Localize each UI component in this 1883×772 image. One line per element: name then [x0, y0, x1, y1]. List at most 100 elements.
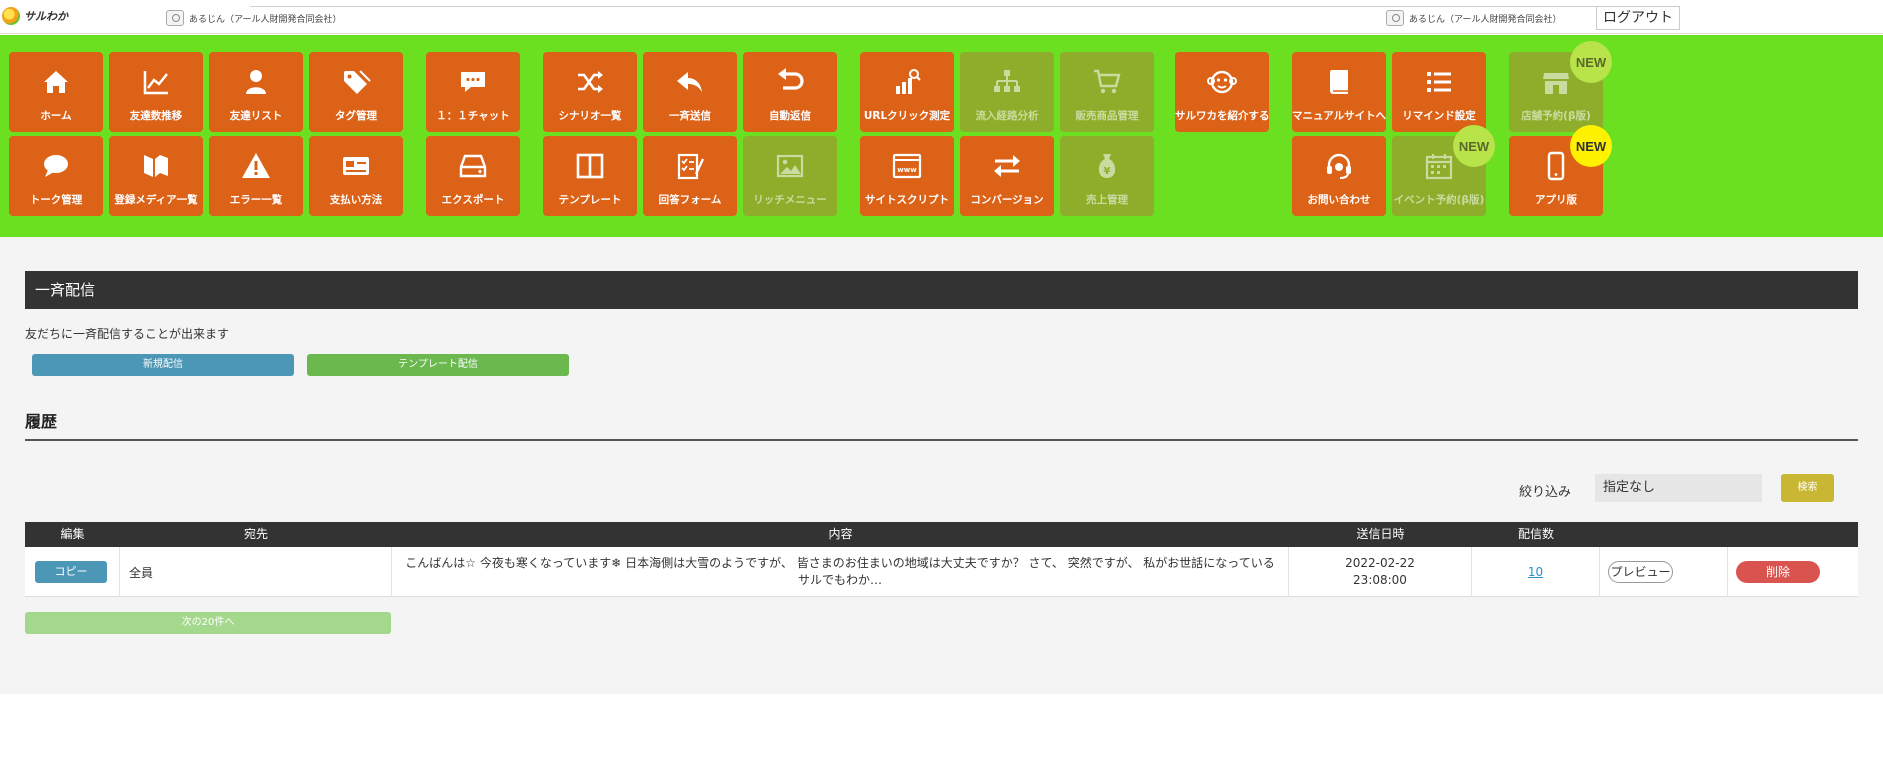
- top-bar: サルわか あるじん（アール人財開発合同会社） あるじん（アール人財開発合同会社）…: [0, 0, 1883, 34]
- nav-tile-label: サイトスクリプト: [865, 194, 949, 206]
- col-header-edit: 編集: [60, 527, 85, 541]
- nav-tile-manual[interactable]: マニュアルサイトへ: [1292, 52, 1386, 132]
- nav-tile-refer[interactable]: サルワカを紹介する: [1175, 52, 1270, 132]
- nav-tile-auto-reply[interactable]: 自動返信: [743, 52, 837, 132]
- nav-tile-errors[interactable]: エラー一覧: [209, 136, 303, 216]
- nav-tile-export[interactable]: エクスポート: [426, 136, 520, 216]
- history-table: 編集 宛先 内容 送信日時 配信数 コピー 全員 こんばんは☆ 今夜も寒くなって…: [25, 522, 1858, 597]
- calendar-icon: [1425, 154, 1453, 180]
- nav-tile-talk[interactable]: トーク管理: [9, 136, 103, 216]
- nav-tile-site-script[interactable]: www サイトスクリプト: [860, 136, 954, 216]
- nav-tile-label: お問い合わせ: [1307, 194, 1371, 206]
- nav-tile-conversion[interactable]: コンバージョン: [960, 136, 1054, 216]
- col-header-count: 配信数: [1517, 527, 1554, 541]
- nav-tile-broadcast[interactable]: 一斉送信: [643, 52, 737, 132]
- nav-tile-friend-trend[interactable]: 友達数推移: [109, 52, 203, 132]
- chart-line-icon: [143, 71, 168, 95]
- search-button[interactable]: 検索: [1781, 474, 1834, 502]
- col-header-content: 内容: [828, 527, 853, 541]
- account-right: あるじん（アール人財開発合同会社）: [1386, 10, 1561, 26]
- form-icon: [677, 153, 705, 180]
- preview-button[interactable]: プレビュー: [1608, 561, 1673, 583]
- template-broadcast-button[interactable]: テンプレート配信: [307, 354, 569, 376]
- bar-chart-search-icon: [896, 69, 921, 94]
- nav-tile-label: 友達数推移: [129, 110, 183, 122]
- nav-tile-label: URLクリック測定: [863, 110, 951, 122]
- main-content: 一斉配信 友だちに一斉配信することが出来ます 新規配信 テンプレート配信 履歴 …: [0, 237, 1883, 694]
- list-icon: [1427, 72, 1451, 92]
- next-page-button[interactable]: 次の20件へ: [25, 612, 391, 634]
- nav-tile-tags[interactable]: タグ管理: [309, 52, 403, 132]
- cell-content: こんばんは☆ 今夜も寒くなっています❄ 日本海側は大雪のようですが、 皆さまのお…: [392, 547, 1289, 597]
- comment-icon: [44, 155, 68, 177]
- nav-tile-source-analysis[interactable]: 流入経路分析: [960, 52, 1054, 132]
- undo-icon: [778, 68, 804, 90]
- nav-tile-label: 支払い方法: [329, 194, 383, 206]
- book-icon: [1330, 70, 1348, 94]
- nav-tile-label: サルワカを紹介する: [1175, 110, 1270, 122]
- nav-tile-home[interactable]: ホーム: [9, 52, 103, 132]
- new-broadcast-button[interactable]: 新規配信: [32, 354, 294, 376]
- nav-tile-rich-menu[interactable]: リッチメニュー: [743, 136, 837, 216]
- nav-tile-friend-list[interactable]: 友達リスト: [209, 52, 303, 132]
- home-icon: [44, 71, 68, 93]
- nav-tile-chat[interactable]: １：１チャット: [426, 52, 520, 132]
- account-icon: [166, 10, 184, 26]
- main-nav: ホーム 友達数推移 友達リスト タグ管理 １：１チャット シナリオ一覧 一斉送信…: [0, 35, 1883, 237]
- nav-tile-answer-form[interactable]: 回答フォーム: [643, 136, 737, 216]
- send-date: 2022-02-22: [1345, 556, 1415, 570]
- logo-text: サルわか: [24, 10, 68, 23]
- account-icon: [1386, 10, 1404, 26]
- nav-tile-label: 回答フォーム: [658, 194, 722, 206]
- svg-text:www: www: [897, 166, 917, 174]
- nav-tile-scenarios[interactable]: シナリオ一覧: [543, 52, 637, 132]
- drive-icon: [459, 154, 487, 178]
- delivery-count-link[interactable]: 10: [1528, 565, 1543, 579]
- nav-tile-label: エクスポート: [441, 194, 505, 206]
- nav-tile-label: 自動返信: [769, 110, 811, 122]
- account-name: あるじん（アール人財開発合同会社）: [189, 14, 342, 25]
- col-header-dest: 宛先: [243, 527, 268, 541]
- nav-tile-payment[interactable]: 支払い方法: [309, 136, 403, 216]
- cell-delete: 削除: [1728, 547, 1858, 597]
- nav-tile-label: ホーム: [40, 110, 72, 122]
- cell-preview: プレビュー: [1600, 547, 1728, 597]
- logo-icon: [2, 7, 20, 25]
- nav-tile-remind[interactable]: リマインド設定: [1392, 52, 1486, 132]
- new-badge: NEW: [1453, 125, 1495, 167]
- media-icon: [144, 155, 168, 177]
- copy-button[interactable]: コピー: [35, 561, 107, 583]
- cell-dest: 全員: [120, 547, 392, 597]
- nav-tile-label: 販売商品管理: [1075, 110, 1139, 122]
- sitemap-icon: [994, 70, 1020, 92]
- nav-tile-label: テンプレート: [558, 194, 622, 206]
- nav-tile-label: アプリ版: [1535, 194, 1577, 206]
- nav-tile-label: シナリオ一覧: [558, 110, 622, 122]
- nav-tile-sales[interactable]: ¥ 売上管理: [1060, 136, 1154, 216]
- col-header-date: 送信日時: [1356, 527, 1405, 541]
- nav-tile-label: タグ管理: [335, 110, 377, 122]
- account-name: あるじん（アール人財開発合同会社）: [1409, 14, 1562, 25]
- nav-tile-label: トーク管理: [29, 194, 83, 206]
- reply-icon: [677, 72, 702, 92]
- user-icon: [246, 70, 266, 94]
- store-icon: [1543, 73, 1569, 94]
- nav-tile-label: 友達リスト: [229, 110, 283, 122]
- nav-tile-contact[interactable]: お問い合わせ: [1292, 136, 1386, 216]
- app-logo[interactable]: サルわか: [2, 7, 68, 25]
- nav-tile-url-click[interactable]: URLクリック測定: [860, 52, 954, 132]
- nav-tile-label: エラー一覧: [229, 194, 283, 206]
- exchange-icon: [994, 155, 1020, 177]
- browser-icon: www: [892, 153, 922, 179]
- nav-tile-media[interactable]: 登録メディア一覧: [109, 136, 203, 216]
- nav-tile-templates[interactable]: テンプレート: [543, 136, 637, 216]
- headset-icon: [1327, 153, 1351, 179]
- chat-bubble-icon: [461, 72, 485, 92]
- nav-tile-label: 店舗予約(β版): [1521, 110, 1591, 122]
- delete-button[interactable]: 削除: [1736, 561, 1820, 583]
- nav-tile-label: 売上管理: [1086, 194, 1128, 206]
- filter-select[interactable]: 指定なし: [1595, 474, 1762, 502]
- nav-tile-label: コンバージョン: [970, 194, 1044, 206]
- nav-tile-products[interactable]: 販売商品管理: [1060, 52, 1154, 132]
- logout-button[interactable]: ログアウト: [1596, 6, 1680, 30]
